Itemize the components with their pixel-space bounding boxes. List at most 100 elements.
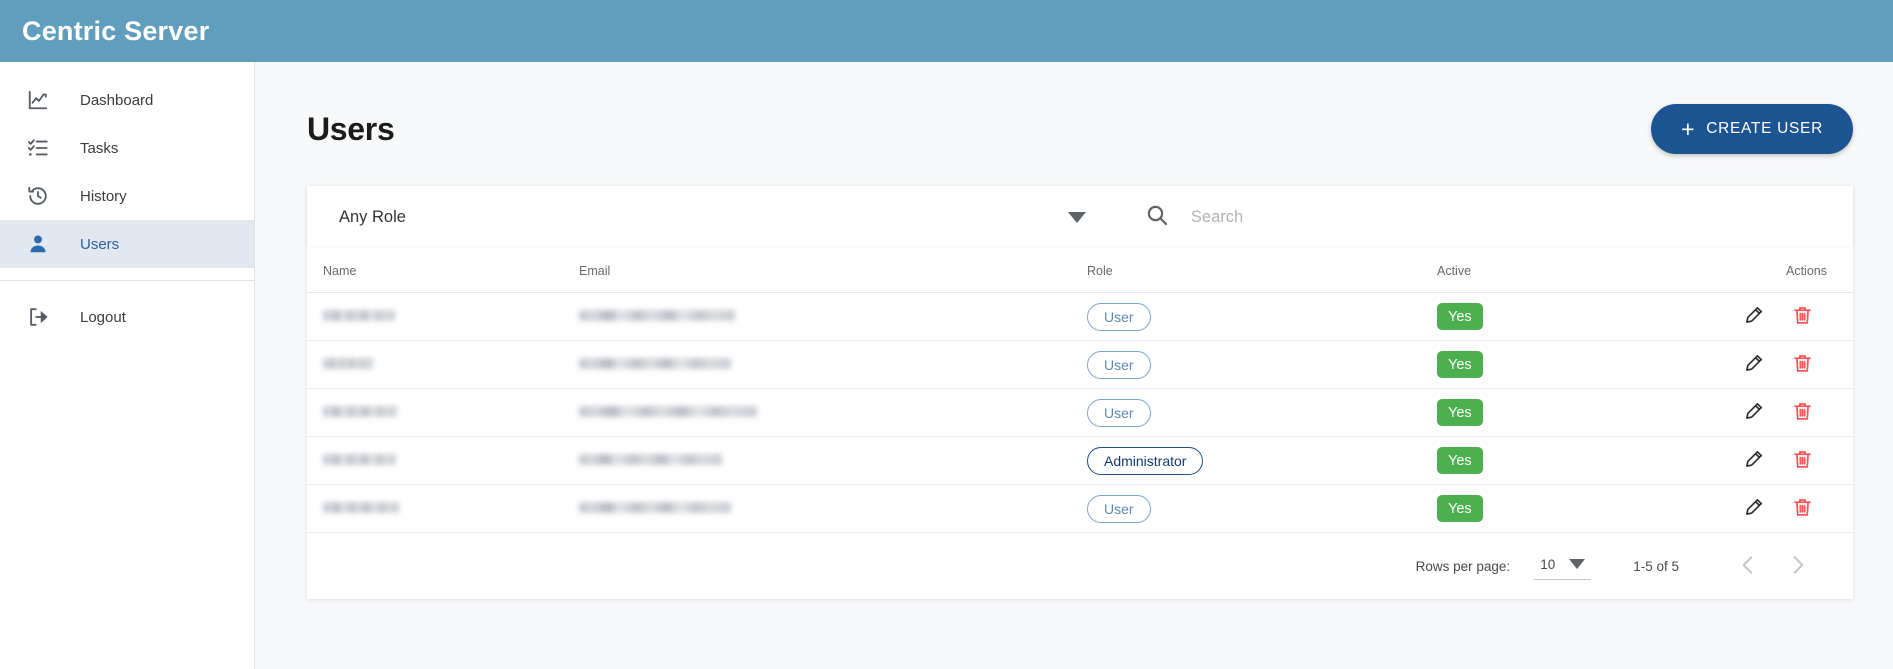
delete-user-button[interactable] <box>1778 305 1827 329</box>
cell-email <box>579 484 1087 533</box>
delete-user-button[interactable] <box>1778 449 1827 473</box>
users-table: Name Email Role Active Actions User Yes Us… <box>307 248 1853 533</box>
pagination-range: 1-5 of 5 <box>1633 558 1679 574</box>
table-header-row: Name Email Role Active Actions <box>307 248 1853 293</box>
sidebar-item-label: Logout <box>80 308 126 326</box>
delete-trash-icon <box>1792 354 1813 377</box>
rows-per-page-select[interactable]: 10 <box>1534 553 1592 580</box>
active-badge: Yes <box>1437 399 1483 426</box>
cell-active: Yes <box>1437 388 1677 437</box>
cell-role: User <box>1087 388 1437 437</box>
cell-actions <box>1677 340 1853 389</box>
cell-role: User <box>1087 292 1437 341</box>
filter-bar: Any Role <box>307 186 1853 248</box>
table-row: Administrator Yes <box>307 436 1853 485</box>
role-badge: Administrator <box>1087 446 1204 475</box>
active-badge: Yes <box>1437 303 1483 330</box>
delete-user-button[interactable] <box>1778 401 1827 425</box>
app-title: Centric Server <box>22 15 210 46</box>
redacted-name <box>323 453 396 465</box>
create-user-button[interactable]: + CREATE USER <box>1651 104 1853 154</box>
delete-trash-icon <box>1792 498 1813 521</box>
delete-trash-icon <box>1792 450 1813 473</box>
column-header-email: Email <box>579 248 1087 293</box>
cell-active: Yes <box>1437 436 1677 485</box>
sidebar-item-tasks[interactable]: Tasks <box>0 124 254 172</box>
role-badge: User <box>1087 350 1151 379</box>
sidebar-item-history[interactable]: History <box>0 172 254 220</box>
cell-email <box>579 388 1087 437</box>
delete-user-button[interactable] <box>1778 497 1827 521</box>
cell-email <box>579 436 1087 485</box>
previous-page-button[interactable] <box>1723 541 1773 591</box>
search-icon <box>1145 203 1169 232</box>
sidebar-item-label: History <box>80 187 127 205</box>
cell-role: User <box>1087 340 1437 389</box>
table-row: User Yes <box>307 388 1853 437</box>
table-body: User Yes User Yes User Yes Administrator Yes Use… <box>307 292 1853 533</box>
main-content: Users + CREATE USER Any Role Search Name… <box>255 62 1893 669</box>
edit-pencil-icon <box>1743 306 1764 329</box>
edit-user-button[interactable] <box>1729 449 1778 473</box>
delete-trash-icon <box>1792 306 1813 329</box>
table-row: User Yes <box>307 292 1853 341</box>
redacted-email <box>579 501 731 513</box>
edit-user-button[interactable] <box>1729 305 1778 329</box>
sidebar-item-users[interactable]: Users <box>0 220 254 268</box>
sidebar-item-logout[interactable]: Logout <box>0 293 254 341</box>
role-filter-value: Any Role <box>339 207 406 226</box>
sidebar-item-dashboard[interactable]: Dashboard <box>0 76 254 124</box>
create-user-button-label: CREATE USER <box>1706 120 1823 137</box>
edit-user-button[interactable] <box>1729 401 1778 425</box>
edit-user-button[interactable] <box>1729 497 1778 521</box>
role-badge: User <box>1087 302 1151 331</box>
chevron-left-icon <box>1735 552 1761 581</box>
table-row: User Yes <box>307 484 1853 533</box>
sidebar-item-label: Users <box>80 235 120 253</box>
column-header-name: Name <box>307 248 579 293</box>
edit-pencil-icon <box>1743 498 1764 521</box>
redacted-email <box>579 357 731 369</box>
filter-bar-wrapper: Any Role <box>255 154 1893 248</box>
plus-icon: + <box>1681 115 1696 142</box>
search-input[interactable] <box>1190 207 1853 227</box>
sidebar-item-label: Tasks <box>80 139 119 157</box>
column-header-actions: Actions <box>1677 248 1853 293</box>
edit-pencil-icon <box>1743 354 1764 377</box>
delete-user-button[interactable] <box>1778 353 1827 377</box>
cell-name <box>307 340 579 389</box>
cell-name <box>307 388 579 437</box>
cell-name <box>307 436 579 485</box>
history-clock-icon <box>16 185 60 207</box>
cell-email <box>579 292 1087 341</box>
redacted-email <box>579 453 722 465</box>
role-badge: User <box>1087 398 1151 427</box>
next-page-button[interactable] <box>1773 541 1823 591</box>
user-icon <box>16 233 60 255</box>
column-header-role: Role <box>1087 248 1437 293</box>
edit-user-button[interactable] <box>1729 353 1778 377</box>
cell-actions <box>1677 484 1853 533</box>
page-header: Users + CREATE USER <box>255 62 1893 154</box>
users-table-card: Name Email Role Active Actions User Yes Us… <box>307 248 1853 599</box>
chevron-down-icon <box>1067 211 1086 223</box>
app-header: Centric Server <box>0 0 1893 62</box>
role-filter-select[interactable]: Any Role <box>307 186 1111 248</box>
active-badge: Yes <box>1437 351 1483 378</box>
cell-active: Yes <box>1437 292 1677 341</box>
cell-actions <box>1677 388 1853 437</box>
cell-active: Yes <box>1437 484 1677 533</box>
column-header-active: Active <box>1437 248 1677 293</box>
edit-pencil-icon <box>1743 450 1764 473</box>
sidebar: Dashboard Tasks History Users Logout <box>0 62 255 669</box>
redacted-email <box>579 309 735 321</box>
rows-per-page-label: Rows per page: <box>1415 558 1511 574</box>
app-body: Dashboard Tasks History Users Logout Use… <box>0 62 1893 669</box>
cell-actions <box>1677 436 1853 485</box>
redacted-name <box>323 309 395 321</box>
sidebar-divider <box>0 280 254 281</box>
redacted-email <box>579 405 757 417</box>
cell-role: Administrator <box>1087 436 1437 485</box>
chevron-down-icon <box>1569 559 1586 569</box>
cell-name <box>307 292 579 341</box>
